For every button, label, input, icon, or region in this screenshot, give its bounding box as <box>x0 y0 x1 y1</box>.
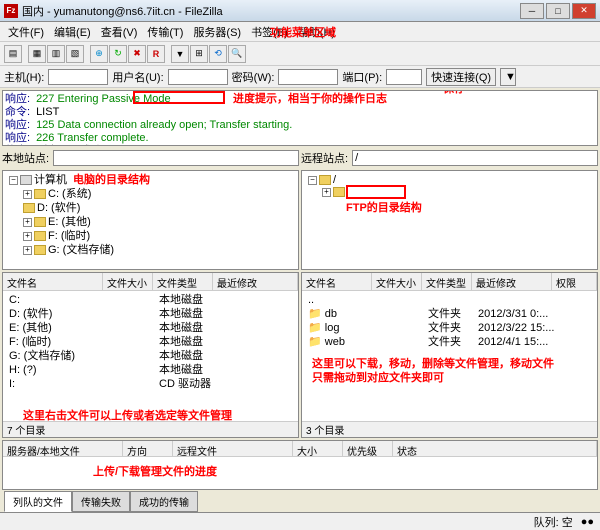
qcol-pri[interactable]: 优先级 <box>343 441 393 456</box>
binary-icon[interactable]: ⊕ <box>90 45 108 63</box>
list-item: D: (软件)本地磁盘 <box>5 307 296 321</box>
list-item: 📁 web文件夹2012/4/1 15:... <box>304 335 595 349</box>
app-icon: Fz <box>4 4 18 18</box>
remote-side: 远程站点: −/ + 路径地址 FTP的目录结构 文件名 文件大小 文件类型 最… <box>301 148 598 438</box>
col-type[interactable]: 文件类型 <box>422 273 472 290</box>
anno-remotetree: FTP的目录结构 <box>346 201 422 215</box>
local-path-input[interactable] <box>53 150 299 166</box>
toggle-tree-icon[interactable]: ▥ <box>47 45 65 63</box>
remote-path-label: 远程站点: <box>301 150 348 166</box>
tab-success[interactable]: 成功的传输 <box>130 491 198 512</box>
menu-view[interactable]: 查看(V) <box>97 22 142 42</box>
host-label: 主机(H): <box>4 69 44 85</box>
queue-status: 队列: 空 <box>534 514 573 530</box>
qcol-dir[interactable]: 方向 <box>123 441 173 456</box>
disconnect-icon[interactable]: R <box>147 45 165 63</box>
host-input[interactable] <box>48 69 108 85</box>
sitemanager-icon[interactable]: ▤ <box>4 45 22 63</box>
list-item: G: (文档存储)本地磁盘 <box>5 349 296 363</box>
menu-transfer[interactable]: 传输(T) <box>143 22 187 42</box>
local-list-body[interactable]: C:本地磁盘 D: (软件)本地磁盘 E: (其他)本地磁盘 F: (临时)本地… <box>3 291 298 421</box>
pass-label: 密码(W): <box>232 69 275 85</box>
drive-icon <box>34 231 46 241</box>
remote-list-body[interactable]: .. 📁 db文件夹2012/3/31 0:... 📁 log文件夹2012/3… <box>302 291 597 421</box>
col-size[interactable]: 文件大小 <box>372 273 422 290</box>
qcol-remote[interactable]: 远程文件 <box>173 441 293 456</box>
queue-tabs: 列队的文件 传输失败 成功的传输 <box>0 492 600 512</box>
computer-icon <box>20 175 32 185</box>
local-list[interactable]: 文件名 文件大小 文件类型 最近修改 C:本地磁盘 D: (软件)本地磁盘 E:… <box>2 272 299 438</box>
queue-pane[interactable]: 服务器/本地文件 方向 远程文件 大小 优先级 状态 上传/下载管理文件的进度 <box>2 440 598 490</box>
toolbar: ▤ ▦ ▥ ▧ ⊕ ↻ ✖ R ▼ ⊞ ⟲ 🔍 <box>0 42 600 66</box>
user-label: 用户名(U): <box>112 69 163 85</box>
menu-help[interactable]: 帮助(H) <box>294 22 339 42</box>
col-type[interactable]: 文件类型 <box>153 273 213 290</box>
folder-icon <box>333 187 345 197</box>
local-side: 本地站点: −计算机 +C: (系统) D: (软件) +E: (其他) +F:… <box>2 148 299 438</box>
qcol-size[interactable]: 大小 <box>293 441 343 456</box>
col-size[interactable]: 文件大小 <box>103 273 153 290</box>
local-path-label: 本地站点: <box>2 150 49 166</box>
remote-status: 3 个目录 <box>302 421 597 437</box>
local-status: 7 个目录 <box>3 421 298 437</box>
list-item: 📁 db文件夹2012/3/31 0:... <box>304 307 595 321</box>
pass-input[interactable] <box>278 69 338 85</box>
drive-icon <box>34 245 46 255</box>
menubar: 文件(F) 编辑(E) 查看(V) 传输(T) 服务器(S) 书签(B) 帮助(… <box>0 22 600 42</box>
folder-icon <box>319 175 331 185</box>
minimize-button[interactable]: ─ <box>520 3 544 19</box>
sync-icon[interactable]: ⟲ <box>209 45 227 63</box>
tab-queue[interactable]: 列队的文件 <box>4 491 72 512</box>
log-text: 227 Entering Passive Mode <box>36 93 171 106</box>
list-item: E: (其他)本地磁盘 <box>5 321 296 335</box>
list-item: C:本地磁盘 <box>5 293 296 307</box>
menu-edit[interactable]: 编辑(E) <box>50 22 95 42</box>
port-input[interactable] <box>386 69 422 85</box>
list-item: 📁 log文件夹2012/3/22 15:... <box>304 321 595 335</box>
menu-server[interactable]: 服务器(S) <box>189 22 245 42</box>
titlebar: Fz 国内 - yumanutong@ns6.7iit.cn - FileZil… <box>0 0 600 22</box>
cancel-icon[interactable]: ✖ <box>128 45 146 63</box>
search-icon[interactable]: 🔍 <box>228 45 246 63</box>
status-indicator-icon: ●● <box>581 516 594 528</box>
maximize-button[interactable]: □ <box>546 3 570 19</box>
toggle-log-icon[interactable]: ▦ <box>28 45 46 63</box>
col-name[interactable]: 文件名 <box>3 273 103 290</box>
drive-icon <box>34 189 46 199</box>
toggle-queue-icon[interactable]: ▧ <box>66 45 84 63</box>
col-mod[interactable]: 最近修改 <box>213 273 298 290</box>
close-button[interactable]: ✕ <box>572 3 596 19</box>
list-item: F: (临时)本地磁盘 <box>5 335 296 349</box>
qcol-srv[interactable]: 服务器/本地文件 <box>3 441 123 456</box>
quickconnect-bar: 主机(H): 用户名(U): 密码(W): 端口(P): 快速连接(Q) ▼ <box>0 66 600 88</box>
log-pane[interactable]: 响应:227 Entering Passive Mode 命令:LIST 响应:… <box>2 90 598 146</box>
tab-failed[interactable]: 传输失败 <box>72 491 130 512</box>
drive-icon <box>34 217 46 227</box>
col-name[interactable]: 文件名 <box>302 273 372 290</box>
refresh-icon[interactable]: ↻ <box>109 45 127 63</box>
qcol-stat[interactable]: 状态 <box>393 441 597 456</box>
list-item: .. <box>304 293 595 307</box>
list-item: I:CD 驱动器 <box>5 377 296 391</box>
statusbar: 队列: 空 ●● <box>0 512 600 530</box>
port-label: 端口(P): <box>342 69 382 85</box>
menu-file[interactable]: 文件(F) <box>4 22 48 42</box>
drive-icon <box>23 203 35 213</box>
quickconnect-dropdown[interactable]: ▼ <box>500 68 516 86</box>
remote-path-input[interactable] <box>352 150 598 166</box>
menu-bookmarks[interactable]: 书签(B) <box>247 22 292 42</box>
title-text: 国内 - yumanutong@ns6.7iit.cn - FileZilla <box>22 3 520 19</box>
col-perm[interactable]: 权限 <box>552 273 597 290</box>
user-input[interactable] <box>168 69 228 85</box>
log-label: 响应: <box>5 93 30 106</box>
remote-list[interactable]: 文件名 文件大小 文件类型 最近修改 权限 .. 📁 db文件夹2012/3/3… <box>301 272 598 438</box>
anno-queue: 上传/下载管理文件的进度 <box>93 463 217 479</box>
quickconnect-button[interactable]: 快速连接(Q) <box>426 68 496 86</box>
local-tree[interactable]: −计算机 +C: (系统) D: (软件) +E: (其他) +F: (临时) … <box>2 170 299 270</box>
list-item: H: (?)本地磁盘 <box>5 363 296 377</box>
col-mod[interactable]: 最近修改 <box>472 273 552 290</box>
compare-icon[interactable]: ⊞ <box>190 45 208 63</box>
remote-tree[interactable]: −/ + 路径地址 FTP的目录结构 <box>301 170 598 270</box>
filter-icon[interactable]: ▼ <box>171 45 189 63</box>
